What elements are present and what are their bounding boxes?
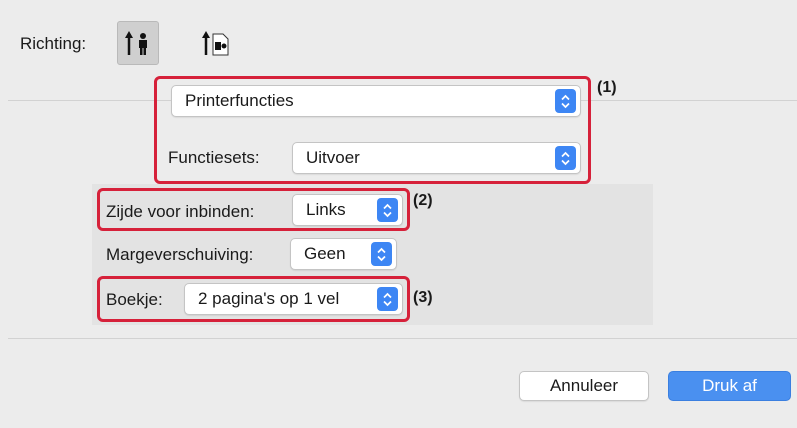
booklet-label: Boekje: (106, 290, 163, 309)
margin-shift-select[interactable]: Geen (290, 238, 397, 270)
callout-label-3: (3) (413, 289, 433, 306)
binding-edge-value: Links (306, 200, 346, 219)
portrait-orientation-icon (125, 31, 147, 55)
bottom-divider (8, 338, 797, 339)
chevron-updown-icon (555, 89, 576, 113)
cancel-button[interactable]: Annuleer (519, 371, 649, 401)
landscape-orientation-icon (202, 31, 229, 56)
callout-label-1: (1) (597, 79, 617, 96)
print-button[interactable]: Druk af (668, 371, 791, 401)
panel-select-value: Printerfuncties (185, 91, 294, 110)
portrait-orientation-button[interactable] (117, 21, 159, 65)
margin-shift-value: Geen (304, 244, 346, 263)
booklet-value: 2 pagina's op 1 vel (198, 289, 340, 308)
chevron-updown-icon (377, 287, 398, 311)
binding-edge-label: Zijde voor inbinden: (106, 202, 255, 221)
orientation-label: Richting: (20, 34, 87, 53)
landscape-orientation-button[interactable] (194, 21, 236, 65)
panel-select[interactable]: Printerfuncties (171, 85, 581, 117)
feature-sets-select[interactable]: Uitvoer (292, 142, 581, 174)
feature-sets-value: Uitvoer (306, 148, 360, 167)
chevron-updown-icon (377, 198, 398, 222)
feature-sets-label: Functiesets: (168, 148, 260, 167)
chevron-updown-icon (371, 242, 392, 266)
binding-edge-select[interactable]: Links (292, 194, 403, 226)
callout-label-2: (2) (413, 192, 433, 209)
booklet-select[interactable]: 2 pagina's op 1 vel (184, 283, 403, 315)
margin-shift-label: Margeverschuiving: (106, 245, 254, 264)
chevron-updown-icon (555, 146, 576, 170)
